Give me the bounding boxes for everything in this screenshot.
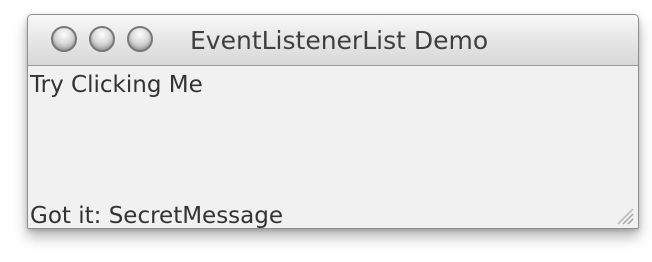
resize-grip-icon[interactable]	[611, 206, 635, 226]
window-titlebar[interactable]: EventListenerList Demo	[28, 15, 638, 66]
window-minimize-icon[interactable]	[89, 26, 115, 52]
status-message: Got it: SecretMessage	[30, 203, 284, 229]
try-clicking-me-label[interactable]: Try Clicking Me	[30, 71, 203, 99]
window-controls	[51, 26, 153, 52]
window-close-icon[interactable]	[51, 26, 77, 52]
app-window: EventListenerList Demo Try Clicking Me G…	[27, 14, 639, 229]
window-content: Try Clicking Me Got it: SecretMessage	[28, 66, 638, 228]
screenshot-canvas: EventListenerList Demo Try Clicking Me G…	[0, 0, 652, 262]
window-zoom-icon[interactable]	[127, 26, 153, 52]
window-title: EventListenerList Demo	[190, 26, 489, 55]
